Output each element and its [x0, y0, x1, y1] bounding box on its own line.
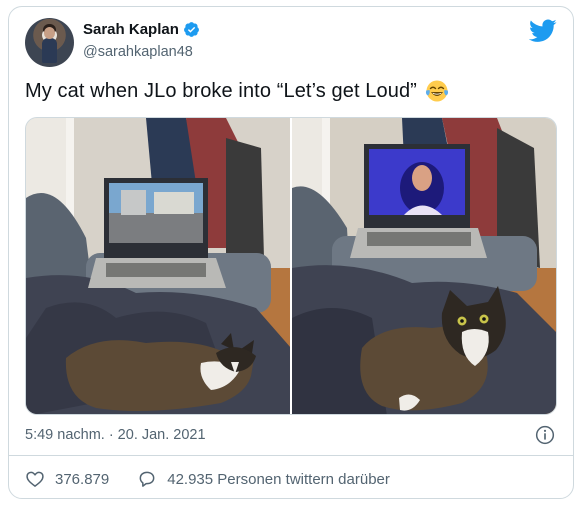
speech-bubble-icon [139, 471, 155, 487]
info-icon[interactable] [535, 425, 555, 445]
photo-cat-alert[interactable] [292, 118, 556, 414]
tweet-text-content: My cat when JLo broke into “Let’s get Lo… [25, 79, 417, 102]
photo-cat-alert-image [292, 118, 556, 414]
like-count: 376.879 [55, 470, 110, 488]
twitter-bird-icon[interactable] [529, 19, 557, 43]
retweet-people-label: 42.935 Personen twittern darüber [167, 470, 390, 488]
author-name-text[interactable]: Sarah Kaplan [83, 21, 179, 38]
reply-people-button[interactable]: 42.935 Personen twittern darüber [137, 469, 390, 489]
face-with-tears-of-joy-icon [425, 80, 448, 102]
photo-cat-sleeping-image [26, 118, 290, 414]
like-button[interactable]: 376.879 [25, 469, 109, 489]
avatar[interactable] [25, 18, 74, 67]
author-name[interactable]: Sarah Kaplan [83, 21, 200, 38]
verified-badge-icon [183, 22, 199, 37]
tweet-timestamp[interactable]: 5:49 nachm. · 20. Jan. 2021 [25, 427, 206, 443]
tweet-actions: 376.879 42.935 Personen twittern darüber [25, 469, 418, 489]
tweet-card: Sarah Kaplan @sarahkaplan48 My cat when … [8, 6, 574, 499]
tweet-text: My cat when JLo broke into “Let’s get Lo… [25, 79, 449, 103]
tweet-media[interactable] [25, 117, 557, 415]
photo-cat-sleeping[interactable] [26, 118, 290, 414]
divider [9, 455, 573, 456]
heart-icon [26, 471, 44, 487]
author-handle[interactable]: @sarahkaplan48 [83, 44, 193, 60]
